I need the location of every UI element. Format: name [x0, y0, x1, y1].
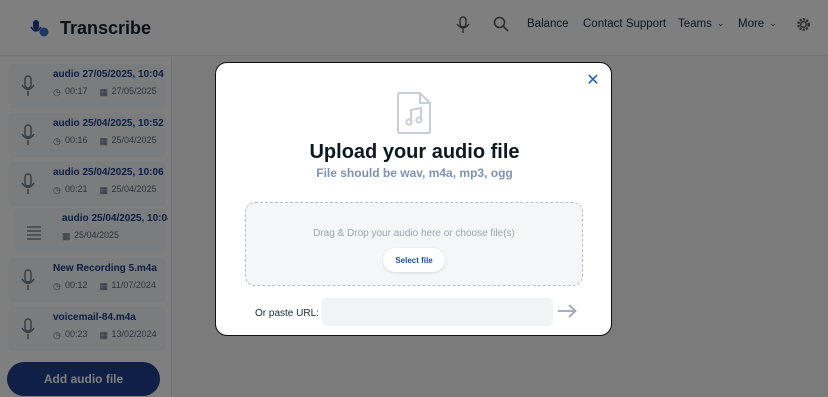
url-label: Or paste URL:	[255, 308, 319, 319]
audio-dropzone[interactable]: Drag & Drop your audio here or choose fi…	[245, 202, 583, 286]
arrow-right-icon[interactable]	[557, 304, 577, 318]
close-icon[interactable]: ✕	[586, 73, 600, 89]
upload-modal: ✕ Upload your audio file File should be …	[215, 62, 612, 336]
select-file-button[interactable]: Select file	[383, 248, 445, 272]
modal-subtitle: File should be wav, m4a, mp3, ogg	[316, 166, 513, 180]
url-input[interactable]	[322, 298, 553, 326]
audio-file-icon	[397, 92, 431, 134]
modal-title: Upload your audio file	[309, 141, 520, 163]
dropzone-text: Drag & Drop your audio here or choose fi…	[313, 228, 515, 239]
